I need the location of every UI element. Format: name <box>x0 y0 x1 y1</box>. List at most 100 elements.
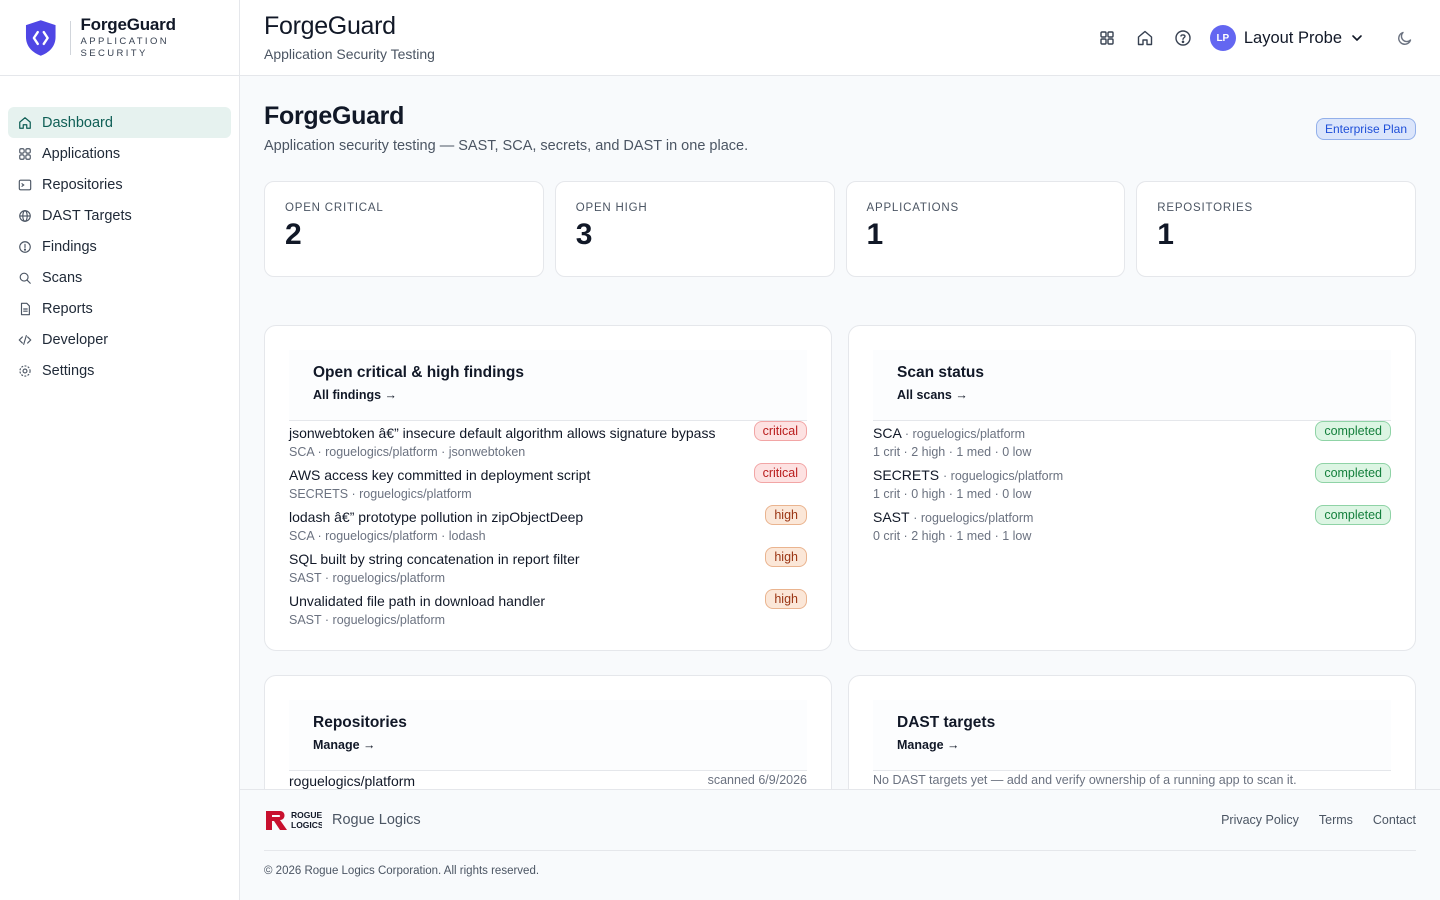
finding-row[interactable]: lodash â€” prototype pollution in zipObj… <box>289 505 807 547</box>
repository-scanned-date: scanned 6/9/2026 <box>707 773 807 787</box>
user-name: Layout Probe <box>1243 28 1342 47</box>
shield-code-logo-icon <box>25 19 56 56</box>
footer-brand[interactable]: ROGUE LOGICS Rogue Logics <box>264 807 421 833</box>
stat-card-applications: APPLICATIONS 1 <box>845 181 1126 277</box>
header-actions: LP Layout Probe <box>1078 22 1414 54</box>
sidebar-item-scans[interactable]: Scans <box>8 262 231 293</box>
severity-badge: high <box>765 547 807 567</box>
main-content: ForgeGuard Application security testing … <box>240 76 1440 789</box>
scan-repo: · roguelogics/platform <box>943 469 1064 483</box>
all-scans-link[interactable]: All scans → <box>897 388 968 402</box>
sidebar-item-findings[interactable]: Findings <box>8 231 231 262</box>
finding-title: SQL built by string concatenation in rep… <box>289 551 580 567</box>
footer-links: Privacy Policy Terms Contact <box>1221 813 1416 827</box>
brand[interactable]: ForgeGuard APPLICATION SECURITY <box>0 0 239 76</box>
severity-badge: high <box>765 589 807 609</box>
sidebar-item-label: Reports <box>42 300 93 317</box>
all-findings-link[interactable]: All findings → <box>313 388 397 402</box>
sidebar-item-label: Repositories <box>42 176 123 193</box>
moon-icon[interactable] <box>1396 29 1414 47</box>
svg-text:LOGICS: LOGICS <box>291 820 322 830</box>
scan-title: SAST · roguelogics/platform <box>873 509 1391 525</box>
scan-row[interactable]: SECRETS · roguelogics/platform 1 crit · … <box>873 463 1391 505</box>
scan-status-card: Scan status All scans → SCA · roguelogic… <box>848 325 1416 651</box>
scan-type: SCA <box>873 425 902 441</box>
sidebar-item-settings[interactable]: Settings <box>8 355 231 386</box>
sidebar-item-repositories[interactable]: Repositories <box>8 169 231 200</box>
stats-row: OPEN CRITICAL 2 OPEN HIGH 3 APPLICATIONS… <box>264 181 1416 277</box>
sidebar-item-applications[interactable]: Applications <box>8 138 231 169</box>
svg-text:ROGUE: ROGUE <box>291 810 322 820</box>
finding-meta: SCA · roguelogics/platform · jsonwebtoke… <box>289 445 526 459</box>
stat-value: 1 <box>1157 218 1174 251</box>
manage-dast-link[interactable]: Manage → <box>897 738 960 752</box>
finding-meta: SCA · roguelogics/platform · lodash <box>289 529 486 543</box>
user-menu[interactable]: LP Layout Probe <box>1209 25 1364 51</box>
sidebar-item-developer[interactable]: Developer <box>8 324 231 355</box>
apps-grid-icon[interactable] <box>1098 29 1116 47</box>
repository-name: roguelogics/platform <box>289 773 416 789</box>
card-title: Scan status <box>897 364 985 381</box>
severity-badge: high <box>765 505 807 525</box>
repository-row[interactable]: roguelogics/platform scanned 6/9/2026 <box>289 771 807 789</box>
scan-row[interactable]: SCA · roguelogics/platform 1 crit · 2 hi… <box>873 421 1391 463</box>
finding-row[interactable]: Unvalidated file path in download handle… <box>289 589 807 631</box>
header-title: ForgeGuard <box>264 12 396 40</box>
chevron-down-icon <box>1350 31 1364 45</box>
terms-link[interactable]: Terms <box>1319 813 1353 827</box>
stat-label: REPOSITORIES <box>1157 202 1253 214</box>
stat-label: OPEN HIGH <box>575 202 648 214</box>
finding-row[interactable]: AWS access key committed in deployment s… <box>289 463 807 505</box>
finding-row[interactable]: jsonwebtoken â€” insecure default algori… <box>289 421 807 463</box>
finding-meta: SAST · roguelogics/platform <box>289 613 446 627</box>
code-icon <box>18 333 32 347</box>
sidebar-item-dast-targets[interactable]: DAST Targets <box>8 200 231 231</box>
scans-list: SCA · roguelogics/platform 1 crit · 2 hi… <box>873 421 1391 547</box>
sidebar-item-reports[interactable]: Reports <box>8 293 231 324</box>
scan-title: SECRETS · roguelogics/platform <box>873 467 1391 483</box>
copyright: © 2026 Rogue Logics Corporation. All rig… <box>264 865 540 877</box>
contact-link[interactable]: Contact <box>1373 813 1416 827</box>
brand-text: ForgeGuard APPLICATION SECURITY <box>81 15 240 60</box>
sidebar-item-label: Developer <box>42 331 109 348</box>
scan-row[interactable]: SAST · roguelogics/platform 0 crit · 2 h… <box>873 505 1391 547</box>
globe-icon <box>18 209 32 223</box>
footer-company-name: Rogue Logics <box>332 812 421 828</box>
stat-label: APPLICATIONS <box>866 202 959 214</box>
gear-icon <box>18 364 32 378</box>
scan-counts: 0 crit · 2 high · 1 med · 1 low <box>873 529 1032 543</box>
home-icon[interactable] <box>1136 29 1154 47</box>
sidebar-item-label: Scans <box>42 269 83 286</box>
stat-card-open-critical: OPEN CRITICAL 2 <box>264 181 544 277</box>
brand-subtitle: APPLICATION SECURITY <box>80 36 170 59</box>
stat-value: 3 <box>575 218 593 251</box>
brand-divider <box>69 20 71 55</box>
sidebar-item-dashboard[interactable]: Dashboard <box>8 107 231 138</box>
footer-top: ROGUE LOGICS Rogue Logics Privacy Policy… <box>264 790 1416 851</box>
privacy-policy-link[interactable]: Privacy Policy <box>1221 813 1299 827</box>
stat-label: OPEN CRITICAL <box>285 202 384 214</box>
page-title: ForgeGuard <box>264 102 405 130</box>
repositories-card: Repositories Manage → roguelogics/platfo… <box>264 675 832 789</box>
search-icon <box>18 271 32 285</box>
severity-badge: critical <box>753 421 807 441</box>
help-circle-icon[interactable] <box>1174 29 1192 47</box>
finding-row[interactable]: SQL built by string concatenation in rep… <box>289 547 807 589</box>
finding-title: lodash â€” prototype pollution in zipObj… <box>289 509 584 525</box>
findings-list: jsonwebtoken â€” insecure default algori… <box>289 421 807 631</box>
scan-title: SCA · roguelogics/platform <box>873 425 1391 441</box>
status-badge: completed <box>1315 421 1391 441</box>
footer: ROGUE LOGICS Rogue Logics Privacy Policy… <box>240 789 1440 900</box>
scan-counts: 1 crit · 0 high · 1 med · 0 low <box>873 487 1032 501</box>
stat-card-open-high: OPEN HIGH 3 <box>554 181 835 277</box>
finding-meta: SAST · roguelogics/platform <box>289 571 446 585</box>
sidebar-nav: Dashboard Applications Repositories DAST… <box>0 76 239 386</box>
manage-repositories-link[interactable]: Manage → <box>313 738 376 752</box>
sidebar-item-label: Findings <box>42 238 97 255</box>
top-header: ForgeGuard Application Security Testing … <box>240 0 1440 76</box>
sidebar-item-label: DAST Targets <box>42 207 132 224</box>
card-title: DAST targets <box>897 714 996 731</box>
rogue-logics-logo: ROGUE LOGICS <box>266 810 322 830</box>
dast-targets-card: DAST targets Manage → No DAST targets ye… <box>848 675 1416 789</box>
header-subtitle: Application Security Testing <box>264 46 435 62</box>
